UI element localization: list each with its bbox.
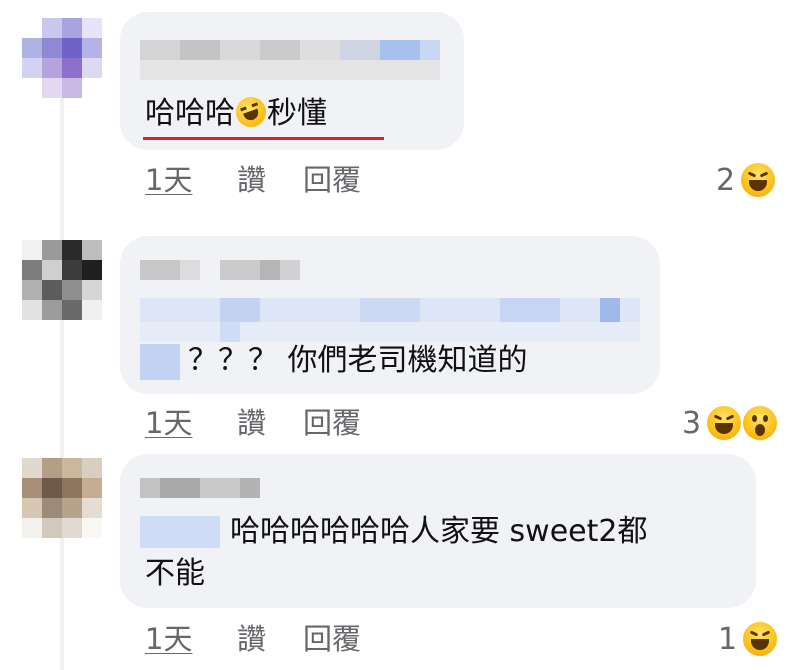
rolling-laughing-emoji-icon (231, 92, 271, 132)
comment-bubble: 哈哈哈 秒懂 (120, 12, 464, 150)
reply-button[interactable]: 回覆 (303, 621, 361, 657)
haha-reaction-icon (741, 163, 776, 197)
reaction-count: 3 (682, 405, 702, 441)
reaction-count: 2 (716, 162, 736, 198)
reaction-summary[interactable]: 1 (718, 619, 778, 659)
reaction-summary[interactable]: 3 (682, 403, 778, 443)
reply-button[interactable]: 回覆 (303, 405, 361, 441)
timestamp-link[interactable]: 1天 (145, 405, 192, 441)
comment-text: ？？？ 你們老司機知道的 (188, 343, 528, 378)
reaction-count: 1 (718, 621, 738, 657)
like-button[interactable]: 讚 (237, 405, 266, 441)
like-button[interactable]: 讚 (237, 621, 266, 657)
comment-bubble: ？？？ 你們老司機知道的 (120, 236, 660, 394)
comment-text: 哈哈哈 秒懂 (145, 92, 327, 132)
haha-reaction-icon (743, 622, 778, 656)
wow-reaction-icon (743, 406, 778, 440)
reaction-summary[interactable]: 2 (716, 160, 776, 200)
avatar[interactable] (22, 18, 102, 98)
comment-text-line-1: 哈哈哈哈哈哈人家要 sweet2都 (230, 514, 648, 549)
reply-thread-line (60, 92, 64, 670)
red-underline-highlight (143, 137, 384, 140)
avatar[interactable] (22, 458, 102, 538)
reply-button[interactable]: 回覆 (303, 162, 361, 198)
timestamp-link[interactable]: 1天 (145, 162, 192, 198)
timestamp-link[interactable]: 1天 (145, 621, 192, 657)
avatar[interactable] (22, 240, 102, 320)
comment-text-line-2: 不能 (145, 556, 205, 591)
haha-reaction-icon (707, 406, 742, 440)
comment-bubble: 哈哈哈哈哈哈人家要 sweet2都 不能 (120, 454, 756, 608)
like-button[interactable]: 讚 (237, 162, 266, 198)
